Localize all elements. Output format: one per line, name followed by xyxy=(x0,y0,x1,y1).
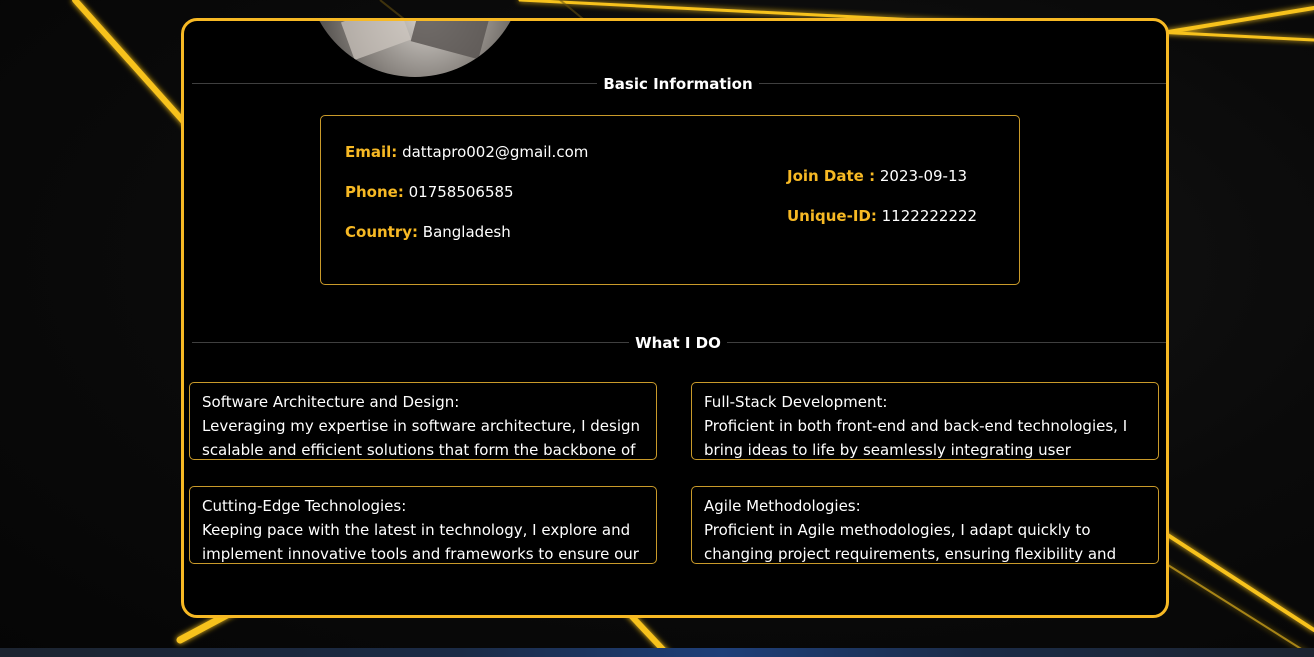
country-value: Bangladesh xyxy=(422,223,511,241)
basic-info-box: Email: dattapro002@gmail.com Phone: 0175… xyxy=(320,115,1020,285)
profile-card: Basic Information Email: dattapro002@gma… xyxy=(181,18,1169,618)
email-label: Email: xyxy=(345,143,398,161)
email-row: Email: dattapro002@gmail.com xyxy=(345,143,588,161)
join-date-label: Join Date : xyxy=(787,167,876,185)
unique-id-label: Unique-ID: xyxy=(787,207,877,225)
service-title: Agile Methodologies: xyxy=(704,497,861,515)
what-i-do-heading: What I DO xyxy=(184,334,1166,352)
service-title: Full-Stack Development: xyxy=(704,393,888,411)
phone-label: Phone: xyxy=(345,183,404,201)
join-date-value: 2023-09-13 xyxy=(879,167,968,185)
service-title: Cutting-Edge Technologies: xyxy=(202,497,407,515)
service-description: Proficient in both front-end and back-en… xyxy=(704,417,1128,459)
service-title: Software Architecture and Design: xyxy=(202,393,460,411)
basic-info-heading-text: Basic Information xyxy=(597,75,759,93)
join-date-row: Join Date : 2023-09-13 xyxy=(787,167,967,185)
basic-info-heading: Basic Information xyxy=(184,75,1166,93)
service-description: Leveraging my expertise in software arch… xyxy=(202,417,641,459)
service-description: Proficient in Agile methodologies, I ada… xyxy=(704,521,1117,563)
unique-id-row: Unique-ID: 1122222222 xyxy=(787,207,977,225)
unique-id-value: 1122222222 xyxy=(881,207,978,225)
service-description: Keeping pace with the latest in technolo… xyxy=(202,521,639,563)
what-i-do-heading-text: What I DO xyxy=(629,334,727,352)
service-card: Agile Methodologies: Proficient in Agile… xyxy=(691,486,1159,564)
phone-row: Phone: 01758506585 xyxy=(345,183,514,201)
service-card: Cutting-Edge Technologies: Keeping pace … xyxy=(189,486,657,564)
phone-value: 01758506585 xyxy=(408,183,514,201)
country-label: Country: xyxy=(345,223,419,241)
taskbar-strip xyxy=(0,648,1314,657)
email-value: dattapro002@gmail.com xyxy=(402,143,589,161)
service-card: Software Architecture and Design: Levera… xyxy=(189,382,657,460)
page: Basic Information Email: dattapro002@gma… xyxy=(0,0,1314,657)
service-card: Full-Stack Development: Proficient in bo… xyxy=(691,382,1159,460)
country-row: Country: Bangladesh xyxy=(345,223,511,241)
profile-avatar xyxy=(306,21,524,77)
